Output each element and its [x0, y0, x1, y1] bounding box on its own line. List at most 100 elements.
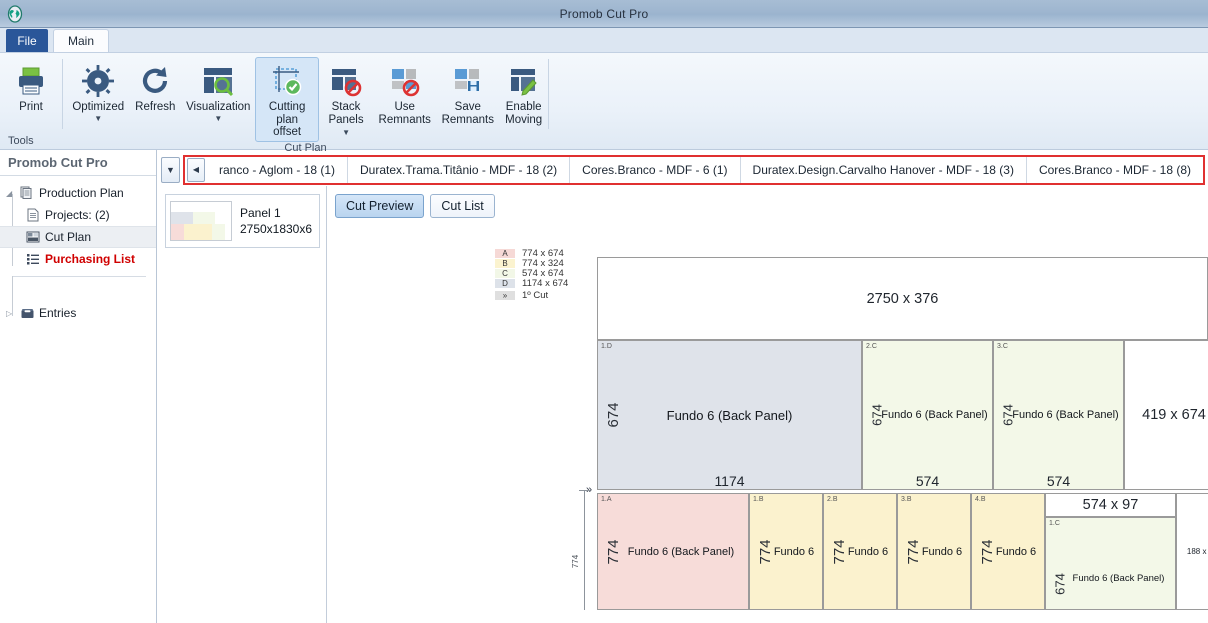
- refresh-label: Refresh: [135, 101, 176, 113]
- diagram-cell-1A[interactable]: 1.A 774 Fundo 6 (Back Panel): [597, 493, 749, 610]
- piece-vdim: 674: [1052, 572, 1068, 595]
- chevron-down-icon[interactable]: ▼: [342, 129, 350, 137]
- chevron-down-icon[interactable]: ▼: [214, 114, 222, 123]
- cut-preview-button[interactable]: Cut Preview: [334, 194, 425, 218]
- left-panel: Promob Cut Pro ◢ Production Plan Project…: [0, 150, 157, 623]
- diagram-cell-waste-right[interactable]: 419 x 674: [1124, 340, 1208, 490]
- piece-tag: 1.D: [601, 343, 612, 350]
- diagram-cell-2C[interactable]: 2.C 674 Fundo 6 (Back Panel) 574: [862, 340, 993, 490]
- piece-name: Fundo 6: [921, 545, 963, 558]
- piece-vdim: 774: [757, 538, 775, 565]
- visualization-button[interactable]: Visualization ▼: [181, 57, 255, 126]
- material-tab-2[interactable]: Duratex.Trama.Titânio - MDF - 18 (2): [348, 156, 571, 183]
- piece-name: Fundo 6: [773, 545, 815, 558]
- panel-dimensions: 2750x1830x6: [239, 222, 313, 236]
- saw-blade-icon: [80, 61, 116, 101]
- sidebar-item-label: Purchasing List: [45, 252, 136, 266]
- piece-tag: 2.B: [827, 496, 838, 503]
- enable-moving-button[interactable]: Enable Moving: [499, 57, 548, 129]
- sidebar-item-label: Entries: [39, 306, 77, 320]
- diagram-cell-4B[interactable]: 4.B 774 Fundo 6: [971, 493, 1045, 610]
- cutting-plan-offset-button[interactable]: Cutting plan offset: [255, 57, 319, 142]
- legend-swatch-cut: »: [495, 291, 515, 301]
- ribbon-group-tools: Print Tools: [0, 53, 62, 149]
- use-remnants-label-l1: Use: [394, 101, 415, 113]
- diagram-cell-3B[interactable]: 3.B 774 Fundo 6: [897, 493, 971, 610]
- documents-icon: [18, 186, 36, 200]
- tab-scroll-left-button[interactable]: ◀: [186, 157, 205, 182]
- piece-vdim: 774: [831, 538, 849, 565]
- list-icon: [24, 252, 42, 266]
- title-bar: Promob Cut Pro: [0, 0, 1208, 28]
- expander-expanded-icon[interactable]: ◢: [6, 189, 18, 198]
- sidebar-item-projects[interactable]: Projects: (2): [0, 204, 156, 226]
- visualization-label: Visualization: [186, 101, 251, 113]
- refresh-button[interactable]: Refresh: [129, 57, 181, 117]
- sidebar-item-label: Projects: (2): [45, 208, 110, 222]
- sidebar-item-purchasing-list[interactable]: Purchasing List: [0, 248, 156, 270]
- document-icon: [24, 208, 42, 222]
- piece-tag: 1.A: [601, 496, 612, 503]
- sidebar-item-production-plan[interactable]: ◢ Production Plan: [0, 182, 156, 204]
- tab-main[interactable]: Main: [53, 29, 110, 52]
- use-remnants-button[interactable]: Use Remnants: [373, 57, 436, 129]
- cut-list-button[interactable]: Cut List: [430, 194, 495, 218]
- diagram-cell-3C[interactable]: 3.C 674 Fundo 6 (Back Panel) 574: [993, 340, 1124, 490]
- sidebar-item-cut-plan[interactable]: Cut Plan: [0, 226, 156, 248]
- ruler-label: 774: [571, 554, 581, 569]
- globe-icon: [6, 4, 24, 23]
- waste-label: 574 x 97: [1082, 497, 1139, 513]
- panel-thumbnail: [169, 201, 232, 241]
- stack-panels-icon: [328, 61, 364, 101]
- stack-panels-label-l2: Panels: [328, 113, 364, 126]
- piece-name: Fundo 6: [847, 545, 889, 558]
- stack-panels-label-l1: Stack: [331, 101, 361, 113]
- sidebar-item-label: Cut Plan: [45, 230, 92, 244]
- save-remnants-button[interactable]: Save Remnants: [436, 57, 499, 129]
- diagram-cell-1D[interactable]: 1.D 674 Fundo 6 (Back Panel) 1174: [597, 340, 862, 490]
- legend-swatch-c: C: [495, 268, 515, 278]
- tab-file[interactable]: File: [6, 29, 48, 52]
- ribbon-separator-2: [548, 59, 549, 129]
- piece-tag: 3.B: [901, 496, 912, 503]
- panel-list: Panel 1 2750x1830x6: [156, 186, 327, 623]
- enable-moving-label-l1: Enable: [505, 101, 542, 113]
- material-tab-5[interactable]: Cores.Branco - MDF - 18 (8): [1027, 157, 1203, 183]
- cutplan-icon: [24, 230, 42, 244]
- material-tab-4[interactable]: Duratex.Design.Carvalho Hanover - MDF - …: [741, 156, 1027, 183]
- ribbon-tab-strip: File Main: [0, 28, 1208, 53]
- diagram-cell-1C[interactable]: 1.C 674 Fundo 6 (Back Panel): [1045, 517, 1176, 610]
- diagram-cell-waste-574x97[interactable]: 574 x 97: [1045, 493, 1176, 517]
- legend: A 774 x 674 B 774 x 324 C 574 x 674 D 11…: [495, 248, 569, 301]
- piece-name: Fundo 6 (Back Panel): [627, 545, 735, 558]
- piece-vdim: 774: [905, 538, 923, 565]
- optimized-label: Optimized: [72, 101, 125, 113]
- piece-name: Fundo 6 (Back Panel): [1012, 409, 1119, 421]
- piece-vdim: 774: [979, 538, 997, 565]
- expander-collapsed-icon[interactable]: ▷: [6, 309, 18, 318]
- save-remnants-icon: [450, 61, 486, 101]
- material-tab-3[interactable]: Cores.Branco - MDF - 6 (1): [570, 156, 741, 183]
- material-tab-1[interactable]: ranco - Aglom - 18 (1): [207, 156, 349, 183]
- optimized-button[interactable]: Optimized ▼: [67, 57, 129, 126]
- sidebar-item-entries[interactable]: ▷ Entries: [0, 302, 156, 324]
- diagram-cell-1B[interactable]: 1.B 774 Fundo 6: [749, 493, 823, 610]
- legend-value-d: 1174 x 674: [522, 278, 569, 290]
- panel-card[interactable]: Panel 1 2750x1830x6: [164, 194, 320, 248]
- stack-panels-button[interactable]: Stack Panels ▼: [319, 57, 373, 142]
- piece-hdim: 1174: [714, 473, 745, 489]
- waste-label: 188 x 7: [1186, 547, 1208, 556]
- legend-row: B 774 x 324: [495, 258, 568, 269]
- chevron-down-icon[interactable]: ▼: [94, 114, 102, 123]
- print-button[interactable]: Print: [6, 57, 56, 117]
- material-tabs: ◀ ranco - Aglom - 18 (1) Duratex.Trama.T…: [182, 154, 1205, 185]
- piece-name: Fundo 6 (Back Panel): [1072, 573, 1165, 584]
- tab-dropdown-icon[interactable]: ▼: [160, 156, 180, 183]
- diagram-cell-2B[interactable]: 2.B 774 Fundo 6: [823, 493, 897, 610]
- save-remnants-label-l1: Save: [454, 101, 481, 113]
- cutting-plan-offset-label-l1: Cutting: [268, 101, 306, 113]
- piece-name: Fundo 6 (Back Panel): [666, 407, 793, 423]
- diagram-cell-waste-188[interactable]: 188 x 7: [1176, 493, 1208, 610]
- piece-vdim: 774: [605, 538, 623, 565]
- diagram-cell-waste-top[interactable]: 2750 x 376: [597, 257, 1208, 340]
